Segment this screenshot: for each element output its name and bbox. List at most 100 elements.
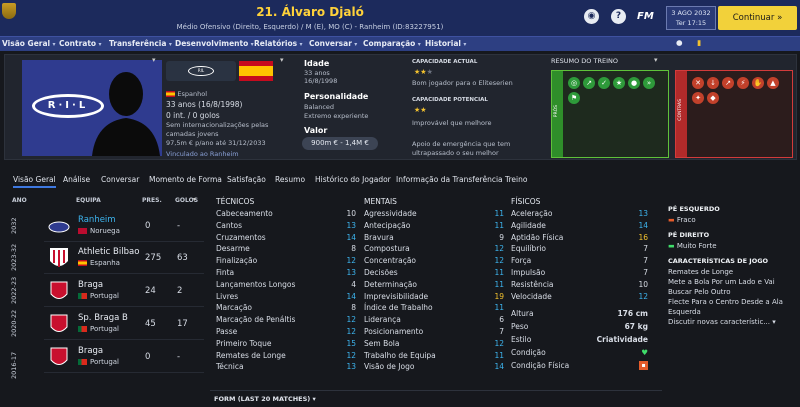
career-year: 2016-17	[10, 351, 18, 379]
fm-logo[interactable]: FM	[637, 11, 654, 22]
goals-value: 63	[177, 253, 188, 263]
nav-conversar[interactable]: Conversar ▾	[309, 39, 357, 48]
attribute-row[interactable]: Cruzamentos 14	[216, 233, 356, 245]
attribute-row[interactable]: Técnica 13	[216, 362, 356, 374]
globe-icon[interactable]: ◉	[584, 9, 599, 24]
tab-satisfacao[interactable]: Satisfação	[227, 175, 266, 184]
tab-resumo[interactable]: Resumo	[275, 175, 305, 184]
attribute-row[interactable]: Livres 14	[216, 292, 356, 304]
attribute-row[interactable]: Equilíbrio 7	[511, 244, 648, 256]
condicao-row: Condição ♥	[511, 348, 648, 361]
attribute-row[interactable]: Decisões 11	[364, 268, 504, 280]
attribute-row[interactable]: Agilidade 14	[511, 221, 648, 233]
attribute-row[interactable]: Marcação de Penáltis 12	[216, 315, 356, 327]
nav-label: Comparação	[363, 39, 416, 48]
date-box[interactable]: 3 AGO 2032 Ter 17:15	[666, 6, 716, 30]
attribute-row[interactable]: Primeiro Toque 15	[216, 339, 356, 351]
attribute-row[interactable]: Força 7	[511, 256, 648, 268]
nav-contrato[interactable]: Contrato ▾	[59, 39, 102, 48]
chevron-down-icon[interactable]: ▾	[654, 56, 658, 64]
squad-icon[interactable]: ●	[676, 38, 683, 47]
career-row[interactable]: Athletic Bilbao Espanha 275 63	[44, 243, 204, 274]
attr-value: 8	[351, 303, 356, 313]
attr-value: 12	[494, 256, 504, 266]
attribute-row[interactable]: Desarme 8	[216, 244, 356, 256]
chevron-down-icon[interactable]: ▾	[193, 196, 196, 203]
nav-relatorios[interactable]: Relatórios ▾	[254, 39, 303, 48]
attribute-row[interactable]: Imprevisibilidade 19	[364, 292, 504, 304]
attr-label: Agressividade	[364, 209, 417, 218]
cap-actual-stars: ★★★	[414, 68, 433, 76]
bookmark-icon[interactable]: ▮	[697, 38, 701, 47]
attr-label: Lançamentos Longos	[216, 279, 296, 289]
attribute-row[interactable]: Remates de Longe 12	[216, 351, 356, 363]
tab-visao-geral[interactable]: Visão Geral	[13, 175, 56, 188]
attr-value: 14	[638, 220, 648, 230]
attribute-row[interactable]: Finalização 12	[216, 256, 356, 268]
attr-value: 12	[346, 326, 356, 336]
attribute-row[interactable]: Resistência 10	[511, 280, 648, 292]
tab-conversar[interactable]: Conversar	[101, 175, 139, 184]
attribute-row[interactable]: Antecipação 11	[364, 221, 504, 233]
valor-pill[interactable]: 900m € - 1,4M €	[302, 137, 378, 150]
attribute-row[interactable]: Lançamentos Longos 4	[216, 280, 356, 292]
attr-value: 13	[346, 220, 356, 230]
attribute-row[interactable]: Índice de Trabalho 11	[364, 303, 504, 315]
attribute-row[interactable]: Bravura 9	[364, 233, 504, 245]
discuss-traits-dropdown[interactable]: Discutir novas característic... ▾	[668, 317, 800, 327]
attr-label: Finta	[216, 267, 235, 277]
attribute-row[interactable]: Passe 12	[216, 327, 356, 339]
form-section[interactable]: FORM (LAST 20 MATCHES) ▾	[210, 390, 662, 407]
attribute-row[interactable]: Velocidade 12	[511, 292, 648, 304]
attribute-row[interactable]: Aptidão Física 16	[511, 233, 648, 245]
attribute-row[interactable]: Sem Bola 12	[364, 339, 504, 351]
attribute-row[interactable]: Agressividade 11	[364, 209, 504, 221]
attr-value: 6	[499, 315, 504, 325]
attr-label: Técnica	[216, 362, 244, 372]
chevron-down-icon[interactable]: ▾	[152, 56, 156, 64]
attribute-row[interactable]: Cabeceamento 10	[216, 209, 356, 221]
attribute-row[interactable]: Cantos 13	[216, 221, 356, 233]
nav-desenvolvimento[interactable]: Desenvolvimento ▾	[175, 39, 254, 48]
foot-weak-icon: ▬	[668, 216, 675, 224]
tab-analise[interactable]: Análise	[63, 175, 90, 184]
attribute-row[interactable]: Impulsão 7	[511, 268, 648, 280]
nav-transferencia[interactable]: Transferência ▾	[109, 39, 172, 48]
continue-button[interactable]: Continuar »	[718, 6, 797, 30]
career-row[interactable]: Ranheim Noruega 0 -	[44, 211, 204, 242]
chevron-down-icon[interactable]: ▾	[280, 56, 284, 64]
attribute-row[interactable]: Marcação 8	[216, 303, 356, 315]
nav-historial[interactable]: Historial ▾	[425, 39, 466, 48]
attribute-row[interactable]: Concentração 12	[364, 256, 504, 268]
idade-value: 33 anos	[304, 69, 330, 77]
attribute-row[interactable]: Liderança 6	[364, 315, 504, 327]
tab-momento-forma[interactable]: Momento de Forma	[149, 175, 222, 184]
nav-visao-geral[interactable]: Visão Geral ▾	[2, 39, 56, 48]
attr-label: Força	[511, 256, 532, 266]
apps-value: 24	[145, 286, 156, 296]
portugal-flag-icon	[78, 359, 87, 365]
attribute-row[interactable]: Finta 13	[216, 268, 356, 280]
tab-treino[interactable]: Treino	[505, 175, 527, 184]
career-row[interactable]: Sp. Braga B Portugal 45 17	[44, 309, 204, 340]
nav-comparacao[interactable]: Comparação ▾	[363, 39, 421, 48]
career-row[interactable]: Braga Portugal 0 -	[44, 342, 204, 373]
attribute-row[interactable]: Visão de Jogo 14	[364, 362, 504, 374]
tab-info-transferencia[interactable]: Informação da Transferência	[396, 175, 503, 184]
emergency-text: Apoio de emergência que tem ultrapassado…	[412, 140, 511, 157]
attribute-row[interactable]: Trabalho de Equipa 11	[364, 351, 504, 363]
nav-label: Relatórios	[254, 39, 298, 48]
attribute-row[interactable]: Compostura 12	[364, 244, 504, 256]
attribute-row[interactable]: Aceleração 13	[511, 209, 648, 221]
chevron-down-icon: ▾	[168, 41, 172, 48]
tab-historico[interactable]: Histórico do Jogador	[315, 175, 391, 184]
nav-label: Transferência	[109, 39, 167, 48]
attribute-row[interactable]: Posicionamento 7	[364, 327, 504, 339]
personalidade-value: Balanced	[304, 103, 335, 111]
help-icon[interactable]: ?	[611, 9, 626, 24]
attribute-row[interactable]: Determinação 11	[364, 280, 504, 292]
linked-text[interactable]: Vinculado ao Ranheim	[166, 150, 239, 158]
attr-value: 11	[494, 350, 504, 360]
tecnicos-column: TÉCNICOS Cabeceamento 10 Cantos 13 Cruzament…	[216, 197, 356, 374]
career-row[interactable]: Braga Portugal 24 2	[44, 276, 204, 307]
